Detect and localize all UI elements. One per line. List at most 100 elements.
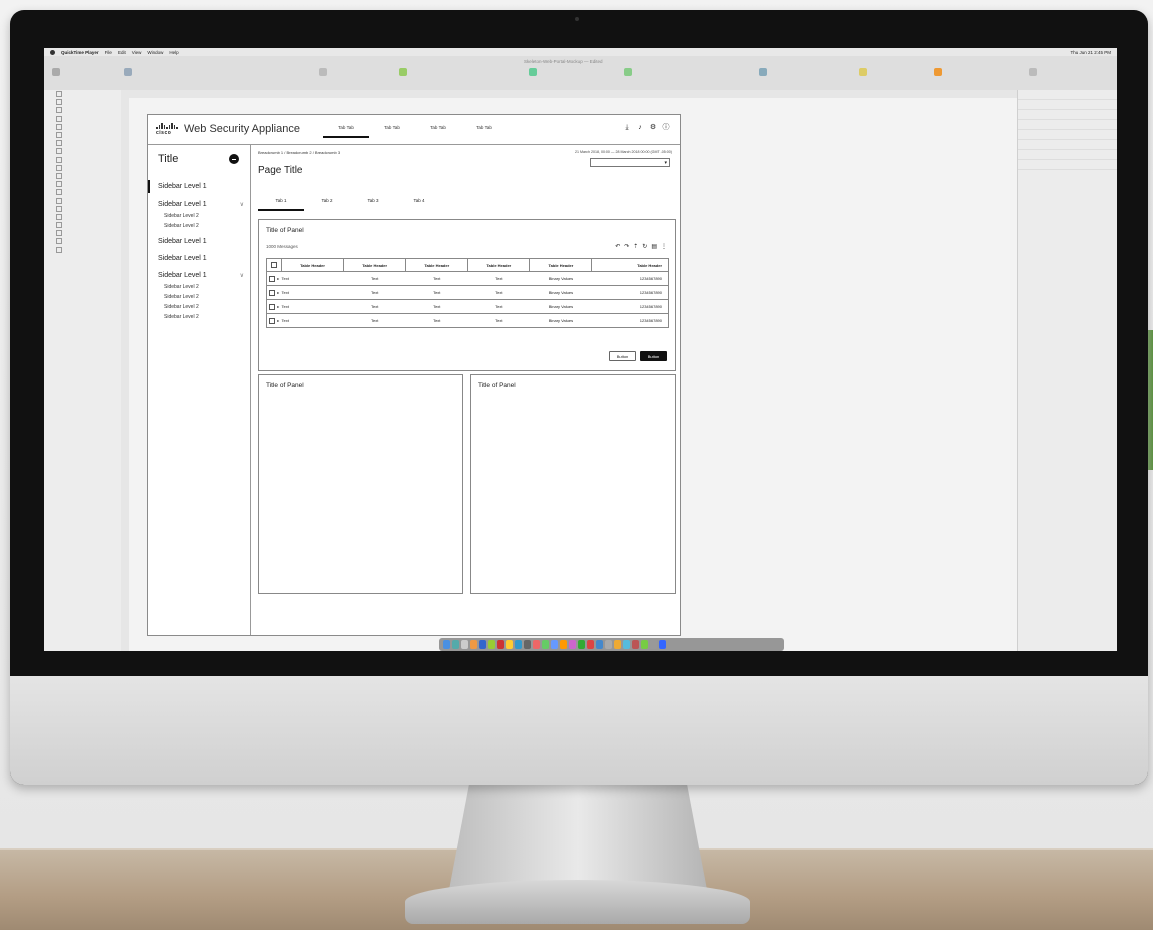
dock-icon[interactable] <box>596 640 603 649</box>
row-select[interactable]: ▸ <box>266 285 282 300</box>
dock-icon[interactable] <box>443 640 450 649</box>
top-tab-1[interactable]: Tab Tab <box>323 125 369 138</box>
dock-icon[interactable] <box>524 640 531 649</box>
dock-icon[interactable] <box>497 640 504 649</box>
dock-icon[interactable] <box>623 640 630 649</box>
row-select[interactable]: ▸ <box>266 271 282 286</box>
dock-icon[interactable] <box>605 640 612 649</box>
boolean-icon[interactable] <box>529 68 537 76</box>
inspector-row[interactable] <box>1018 90 1117 100</box>
dock-icon[interactable] <box>551 640 558 649</box>
dock-icon[interactable] <box>641 640 648 649</box>
inspector-row[interactable] <box>1018 150 1117 160</box>
preview-icon[interactable] <box>934 68 942 76</box>
checkbox-icon[interactable] <box>269 317 276 324</box>
menubar-clock[interactable]: Thu Jun 21 2:45 PM <box>1070 50 1111 55</box>
menu-edit[interactable]: Edit <box>118 50 126 55</box>
inspector-row[interactable] <box>1018 120 1117 130</box>
download-icon[interactable]: ⤓ <box>623 124 631 132</box>
cisco-logo[interactable]: cisco <box>156 123 181 137</box>
checkbox-icon[interactable] <box>269 275 276 282</box>
view-icon[interactable] <box>1029 68 1037 76</box>
dock-icon[interactable] <box>479 640 486 649</box>
chevron-down-icon[interactable]: ∨ <box>240 201 244 208</box>
dock-icon[interactable] <box>632 640 639 649</box>
dock-icon[interactable] <box>569 640 576 649</box>
dock-icon[interactable] <box>506 640 513 649</box>
inspector-row[interactable] <box>1018 100 1117 110</box>
sidebar-subitem[interactable]: Sidebar Level 2 <box>148 302 250 312</box>
inspector-row[interactable] <box>1018 110 1117 120</box>
sidebar-subitem[interactable]: Sidebar Level 2 <box>148 221 250 231</box>
expand-icon[interactable]: ▸ <box>277 276 279 281</box>
table-header[interactable]: Table Header <box>405 258 469 272</box>
layer-item[interactable] <box>44 90 121 98</box>
insert-icon[interactable] <box>52 68 60 76</box>
upload-icon[interactable]: ⇡ <box>633 243 638 250</box>
sidebar-item-1[interactable]: Sidebar Level 1 <box>148 180 250 193</box>
tab-3[interactable]: Tab 3 <box>350 198 396 211</box>
row-select[interactable]: ▸ <box>266 313 282 328</box>
layer-item[interactable] <box>44 106 121 114</box>
layer-item[interactable] <box>44 246 121 254</box>
expand-icon[interactable]: ▸ <box>277 304 279 309</box>
table-header[interactable]: Table Header <box>280 258 345 272</box>
refresh-icon[interactable]: ↻ <box>642 243 647 250</box>
edit-tools-icon[interactable] <box>399 68 407 76</box>
expand-icon[interactable]: ▸ <box>277 290 279 295</box>
redo-icon[interactable]: ↷ <box>624 243 629 250</box>
table-header[interactable]: Table Header <box>591 258 669 272</box>
table-row[interactable]: ▸ Text Text Text Text Binary Values 1234… <box>266 299 669 314</box>
dock-icon[interactable] <box>578 640 585 649</box>
table-header[interactable]: Table Header <box>467 258 531 272</box>
layer-item[interactable] <box>44 188 121 196</box>
row-select[interactable]: ▸ <box>266 299 282 314</box>
checkbox-icon[interactable] <box>269 303 276 310</box>
sidebar-item-5[interactable]: Sidebar Level 1 ∨ <box>148 269 250 282</box>
collapse-icon[interactable] <box>229 154 239 164</box>
breadcrumb[interactable]: Breadcrumb 1 / Breadcrumb 2 / Breadcrumb… <box>258 150 340 155</box>
layer-item[interactable] <box>44 213 121 221</box>
gear-icon[interactable]: ⚙ <box>649 124 657 132</box>
secondary-button[interactable]: Button <box>609 351 636 361</box>
columns-icon[interactable]: ▤ <box>651 243 657 250</box>
sidebar-item-4[interactable]: Sidebar Level 1 <box>148 252 250 265</box>
table-row[interactable]: ▸ Text Text Text Text Binary Values 1234… <box>266 271 669 286</box>
primary-button[interactable]: Button <box>640 351 667 361</box>
dock-icon[interactable] <box>650 640 657 649</box>
rotate-icon[interactable] <box>759 68 767 76</box>
layer-item[interactable] <box>44 115 121 123</box>
layer-item[interactable] <box>44 172 121 180</box>
checkbox-icon[interactable] <box>271 262 277 268</box>
dock-icon[interactable] <box>614 640 621 649</box>
inspector-row[interactable] <box>1018 130 1117 140</box>
tab-1[interactable]: Tab 1 <box>258 198 304 211</box>
layer-item[interactable] <box>44 237 121 245</box>
layer-item[interactable] <box>44 180 121 188</box>
layer-item[interactable] <box>44 164 121 172</box>
menu-help[interactable]: Help <box>169 50 178 55</box>
inspector-row[interactable] <box>1018 140 1117 150</box>
layer-item[interactable] <box>44 156 121 164</box>
dock-icon[interactable] <box>488 640 495 649</box>
undo-icon[interactable]: ↶ <box>615 243 620 250</box>
table-row[interactable]: ▸ Text Text Text Text Binary Values 1234… <box>266 313 669 328</box>
top-tab-4[interactable]: Tab Tab <box>461 125 507 138</box>
checkbox-icon[interactable] <box>269 289 276 296</box>
dock-icon[interactable] <box>452 640 459 649</box>
menu-window[interactable]: Window <box>147 50 163 55</box>
sidebar-subitem[interactable]: Sidebar Level 2 <box>148 282 250 292</box>
dock-icon[interactable] <box>515 640 522 649</box>
table-row[interactable]: ▸ Text Text Text Text Binary Values 1234… <box>266 285 669 300</box>
top-tab-3[interactable]: Tab Tab <box>415 125 461 138</box>
layer-item[interactable] <box>44 147 121 155</box>
table-header[interactable]: Table Header <box>529 258 593 272</box>
group-icon[interactable] <box>124 68 132 76</box>
layer-item[interactable] <box>44 221 121 229</box>
chevron-down-icon[interactable]: ∨ <box>240 272 244 279</box>
bell-icon[interactable]: ♪ <box>636 124 644 132</box>
layer-item[interactable] <box>44 229 121 237</box>
sidebar-item-2[interactable]: Sidebar Level 1 ∨ <box>148 198 250 211</box>
dock-icon[interactable] <box>587 640 594 649</box>
sidebar-item-3[interactable]: Sidebar Level 1 <box>148 235 250 248</box>
